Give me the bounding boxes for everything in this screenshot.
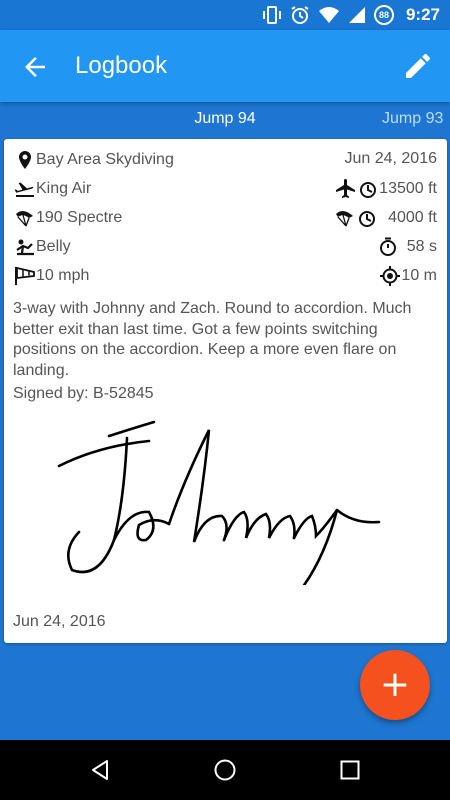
pencil-icon[interactable] [402, 50, 434, 82]
jump-notes: 3-way with Johnny and Zach. Round to acc… [13, 300, 412, 379]
add-jump-button[interactable]: + [360, 650, 430, 720]
signature [57, 420, 381, 585]
exit-altitude-text: 13500 ft [379, 180, 437, 197]
landing-distance-text: 10 m [401, 267, 437, 284]
alarm-icon [291, 6, 309, 24]
jump-date: Jun 24, 2016 [344, 150, 437, 167]
deploy-altitude-text: 4000 ft [388, 209, 437, 226]
nav-home-icon[interactable] [213, 758, 237, 782]
nav-recents-icon[interactable] [338, 758, 362, 782]
row-aircraft: King Air 13500 ft [4, 177, 447, 201]
status-bar: 88 9:27 [0, 0, 450, 30]
battery-icon: 88 [373, 5, 394, 25]
airplane-icon [335, 179, 357, 199]
row-location: Bay Area Skydiving Jun 24, 2016 [4, 148, 447, 172]
status-icons: 88 9:27 [262, 4, 440, 26]
signature-date: Jun 24, 2016 [13, 613, 106, 630]
canopy-deploy-icon [334, 208, 356, 228]
tab-next-jump[interactable]: Jump 93 [382, 110, 443, 128]
status-time: 9:27 [405, 5, 440, 24]
row-wind: 10 mph 10 m [4, 264, 447, 288]
target-icon [379, 266, 401, 286]
takeoff-icon [14, 179, 36, 199]
system-nav-bar [0, 740, 450, 800]
freefall-time-text: 58 s [406, 238, 437, 255]
windsock-icon [14, 266, 36, 286]
jump-card: Bay Area Skydiving Jun 24, 2016 King Air… [4, 139, 447, 643]
canopy-icon [14, 208, 36, 228]
page-title: Logbook [75, 52, 168, 79]
signal-icon [348, 7, 365, 23]
discipline-text: Belly [36, 238, 71, 255]
timer-icon [357, 179, 379, 199]
location-text: Bay Area Skydiving [36, 151, 174, 168]
plus-icon: + [379, 664, 411, 705]
canopy-text: 190 Spectre [36, 209, 123, 226]
signed-by: Signed by: B-52845 [13, 385, 154, 402]
arrow-back-icon[interactable] [20, 52, 50, 82]
stopwatch-icon [377, 237, 399, 257]
wind-text: 10 mph [36, 267, 90, 284]
location-pin-icon [14, 150, 36, 170]
wifi-icon [318, 7, 339, 23]
vibrate-icon [262, 6, 281, 24]
aircraft-text: King Air [36, 180, 92, 197]
nav-back-icon[interactable] [88, 758, 112, 782]
belly-flyer-icon [14, 237, 36, 257]
row-canopy: 190 Spectre 4000 ft [4, 206, 447, 230]
row-discipline: Belly 58 s [4, 235, 447, 259]
timer-icon [356, 208, 378, 228]
app-bar: Logbook [0, 30, 450, 102]
jump-tabs: Jump 94 Jump 93 [0, 102, 450, 136]
